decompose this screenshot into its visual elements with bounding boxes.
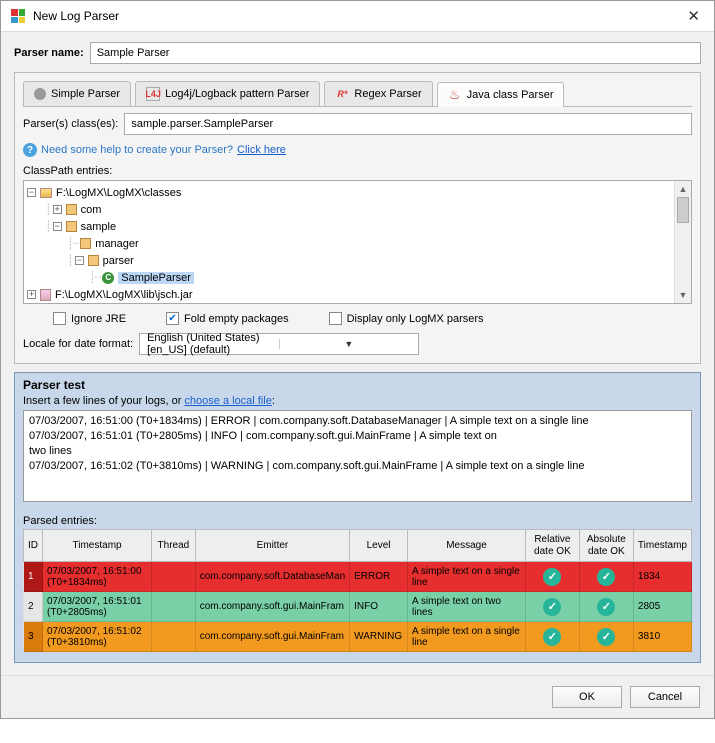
parser-test-panel: Parser test Insert a few lines of your l… bbox=[14, 372, 701, 663]
col-message[interactable]: Message bbox=[408, 530, 526, 562]
regex-icon: R* bbox=[335, 87, 349, 101]
classpath-tree[interactable]: −F:\LogMX\LogMX\classes ┊+com ┊−sample ┊… bbox=[23, 180, 692, 304]
help-text: Need some help to create your Parser? bbox=[41, 144, 233, 156]
parser-name-label: Parser name: bbox=[14, 47, 84, 59]
dialog-footer: OK Cancel bbox=[1, 675, 714, 718]
check-icon: ✓ bbox=[543, 598, 561, 616]
gear-icon bbox=[34, 88, 46, 100]
parsed-entries-table: ID Timestamp Thread Emitter Level Messag… bbox=[23, 529, 692, 652]
cancel-button[interactable]: Cancel bbox=[630, 686, 700, 708]
package-icon bbox=[66, 204, 77, 215]
collapse-icon[interactable]: − bbox=[53, 222, 62, 231]
tab-java-class-parser[interactable]: ♨Java class Parser bbox=[437, 82, 565, 107]
tree-node[interactable]: parser bbox=[103, 255, 134, 267]
tab-panel: Simple Parser L4JLog4j/Logback pattern P… bbox=[14, 72, 701, 364]
parser-test-subtitle: Insert a few lines of your logs, or choo… bbox=[23, 395, 692, 407]
help-icon: ? bbox=[23, 143, 37, 157]
dialog-window: New Log Parser ✕ Parser name: Simple Par… bbox=[0, 0, 715, 719]
scrollbar[interactable]: ▲ ▼ bbox=[674, 181, 691, 303]
tab-log4j-parser[interactable]: L4JLog4j/Logback pattern Parser bbox=[135, 81, 320, 106]
close-icon[interactable]: ✕ bbox=[683, 7, 704, 25]
locale-dropdown[interactable]: English (United States) [en_US] (default… bbox=[139, 333, 419, 355]
tree-node[interactable]: manager bbox=[95, 238, 138, 250]
ok-button[interactable]: OK bbox=[552, 686, 622, 708]
col-id[interactable]: ID bbox=[24, 530, 43, 562]
parser-classes-input[interactable] bbox=[124, 113, 692, 135]
log-input-area[interactable] bbox=[23, 410, 692, 502]
help-link[interactable]: Click here bbox=[237, 144, 286, 156]
collapse-icon[interactable]: − bbox=[75, 256, 84, 265]
parser-classes-label: Parser(s) class(es): bbox=[23, 118, 118, 130]
check-icon: ✓ bbox=[597, 598, 615, 616]
col-level[interactable]: Level bbox=[350, 530, 408, 562]
expand-icon[interactable]: + bbox=[53, 205, 62, 214]
tree-node-selected[interactable]: SampleParser bbox=[118, 272, 194, 284]
tree-node[interactable]: F:\LogMX\LogMX\lib\jsch.jar bbox=[55, 289, 193, 301]
help-row: ? Need some help to create your Parser? … bbox=[23, 143, 692, 157]
package-icon bbox=[66, 221, 77, 232]
check-icon: ✓ bbox=[543, 628, 561, 646]
choose-file-link[interactable]: choose a local file bbox=[184, 395, 271, 407]
scroll-down-icon[interactable]: ▼ bbox=[675, 287, 691, 303]
package-icon bbox=[88, 255, 99, 266]
col-thread[interactable]: Thread bbox=[152, 530, 196, 562]
tab-regex-parser[interactable]: R*Regex Parser bbox=[324, 81, 432, 106]
parser-test-title: Parser test bbox=[23, 378, 692, 392]
tree-node[interactable]: F:\LogMX\LogMX\classes bbox=[56, 187, 181, 199]
window-title: New Log Parser bbox=[33, 9, 119, 23]
ignore-jre-checkbox[interactable]: Ignore JRE bbox=[53, 312, 126, 325]
col-abs-date[interactable]: Absolute date OK bbox=[579, 530, 633, 562]
col-timestamp[interactable]: Timestamp bbox=[43, 530, 152, 562]
col-rel-date[interactable]: Relative date OK bbox=[526, 530, 580, 562]
check-icon: ✓ bbox=[597, 568, 615, 586]
log4j-icon: L4J bbox=[146, 87, 160, 101]
table-row[interactable]: 107/03/2007, 16:51:00 (T0+1834ms)com.com… bbox=[24, 562, 692, 592]
logmx-only-checkbox[interactable]: Display only LogMX parsers bbox=[329, 312, 484, 325]
java-icon: ♨ bbox=[448, 88, 462, 102]
tree-node[interactable]: sample bbox=[81, 221, 116, 233]
tabstrip: Simple Parser L4JLog4j/Logback pattern P… bbox=[23, 81, 692, 107]
scroll-up-icon[interactable]: ▲ bbox=[675, 181, 691, 197]
fold-packages-checkbox[interactable]: ✔Fold empty packages bbox=[166, 312, 289, 325]
app-icon bbox=[11, 9, 25, 23]
titlebar: New Log Parser ✕ bbox=[1, 1, 714, 32]
package-icon bbox=[80, 238, 91, 249]
classpath-label: ClassPath entries: bbox=[23, 165, 686, 177]
collapse-icon[interactable]: − bbox=[27, 188, 36, 197]
folder-icon bbox=[40, 188, 52, 198]
parsed-entries-label: Parsed entries: bbox=[23, 515, 692, 527]
check-icon: ✓ bbox=[597, 628, 615, 646]
locale-label: Locale for date format: bbox=[23, 338, 133, 350]
table-row[interactable]: 207/03/2007, 16:51:01 (T0+2805ms)com.com… bbox=[24, 592, 692, 622]
col-emitter[interactable]: Emitter bbox=[195, 530, 349, 562]
tab-simple-parser[interactable]: Simple Parser bbox=[23, 81, 131, 106]
col-timestamp2[interactable]: Timestamp bbox=[633, 530, 691, 562]
table-row[interactable]: 307/03/2007, 16:51:02 (T0+3810ms)com.com… bbox=[24, 622, 692, 652]
parser-name-input[interactable] bbox=[90, 42, 701, 64]
expand-icon[interactable]: + bbox=[27, 290, 36, 299]
jar-icon bbox=[40, 289, 51, 301]
tree-node[interactable]: com bbox=[81, 204, 102, 216]
check-icon: ✓ bbox=[543, 568, 561, 586]
chevron-down-icon: ▼ bbox=[279, 339, 419, 349]
class-icon: C bbox=[102, 272, 114, 284]
scroll-thumb[interactable] bbox=[677, 197, 689, 223]
